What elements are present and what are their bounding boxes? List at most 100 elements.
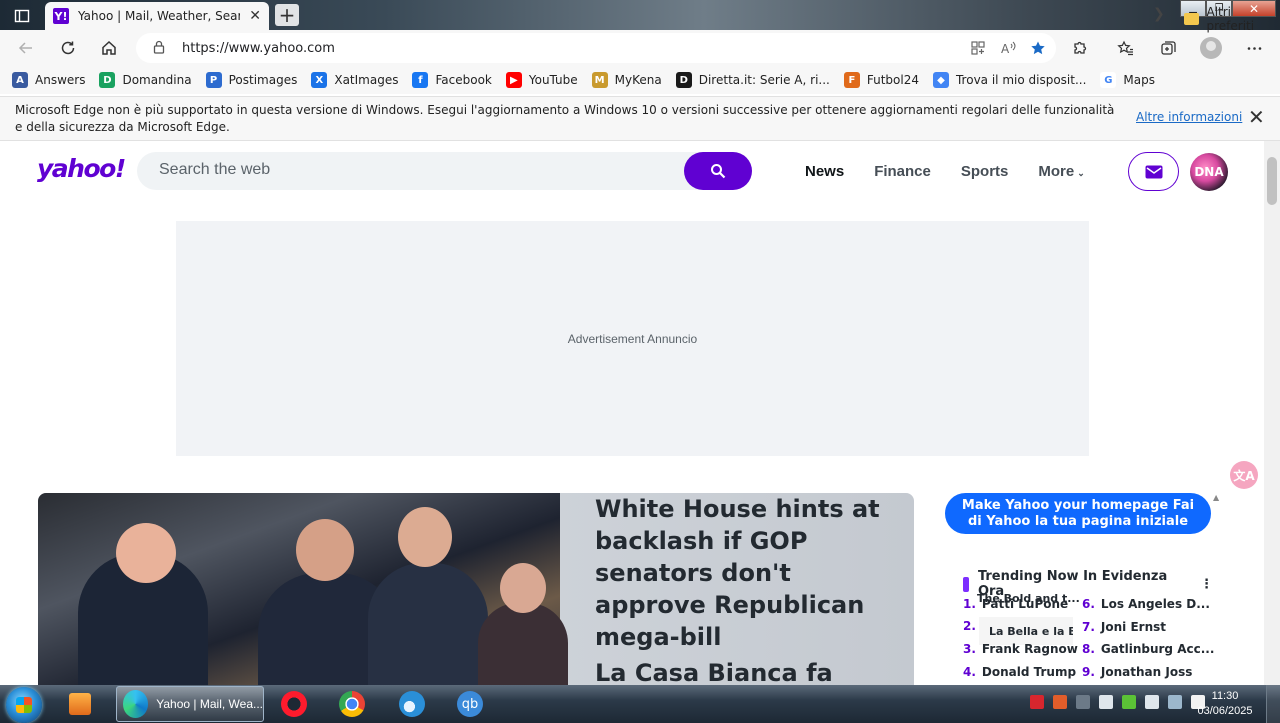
back-arrow-icon [18, 42, 32, 54]
collections-button[interactable] [1155, 36, 1181, 60]
top-navigation: News Finance Sports More ⌄ [805, 163, 1085, 180]
trending-item[interactable]: 1. Patti LuPone The Bold and t... [963, 592, 1080, 611]
trending-item[interactable]: 4. Donald Trump [963, 665, 1076, 679]
bookmark-favicon-icon: D [99, 72, 116, 88]
favorite-star-icon[interactable] [1030, 40, 1046, 60]
address-bar[interactable]: https://www.yahoo.com A [136, 33, 1056, 63]
hero-story[interactable]: White House hints at backlash if GOP sen… [38, 493, 914, 685]
profile-button[interactable] [1198, 36, 1224, 60]
windows-taskbar: Yahoo | Mail, Wea... qb 11:30 03/06/2025 [0, 685, 1280, 723]
bookmarks-overflow-chevron-icon[interactable]: ❯ [1153, 6, 1165, 22]
app-available-icon[interactable] [970, 40, 986, 60]
trending-label: Jonathan Joss [1100, 665, 1193, 679]
bookmark-item[interactable]: A Answers [12, 72, 85, 88]
tray-app-icon[interactable] [1076, 695, 1090, 709]
taskbar-clock[interactable]: 11:30 03/06/2025 [1196, 689, 1254, 719]
translate-icon[interactable]: 文A [1230, 461, 1258, 489]
trending-number: 8. [1082, 642, 1095, 656]
trending-item[interactable]: 8. Gatlinburg Acc... [1082, 642, 1214, 656]
qbittorrent-icon: qb [457, 691, 483, 717]
mail-button[interactable] [1128, 152, 1179, 191]
hero-image[interactable] [38, 493, 568, 685]
bookmark-item[interactable]: ◆ Trova il mio disposit... [932, 72, 1086, 88]
tab-close-icon[interactable]: ✕ [249, 8, 261, 24]
nav-finance[interactable]: Finance [874, 163, 931, 180]
bookmark-label: Futbol24 [866, 73, 919, 87]
other-favorites-folder[interactable]: Altri preferiti [1184, 5, 1280, 33]
bookmark-item[interactable]: P Postimages [205, 72, 298, 88]
back-button[interactable] [13, 36, 39, 60]
chrome-icon [339, 691, 365, 717]
other-favorites-label: Altri preferiti [1206, 5, 1255, 33]
taskbar-chrome[interactable] [330, 687, 374, 721]
bookmark-item[interactable]: D Diretta.it: Serie A, ri... [675, 72, 830, 88]
taskbar-qbittorrent[interactable]: qb [448, 687, 492, 721]
make-homepage-button[interactable]: Make Yahoo your homepage Fai di Yahoo la… [945, 493, 1211, 534]
bookmark-item[interactable]: D Domandina [99, 72, 192, 88]
taskbar-media-player[interactable] [58, 687, 102, 721]
nav-more[interactable]: More ⌄ [1038, 163, 1084, 180]
refresh-button[interactable] [55, 36, 81, 60]
tab-actions-button[interactable] [8, 5, 36, 27]
extensions-button[interactable] [1066, 36, 1092, 60]
trending-number: 6. [1082, 597, 1095, 611]
bookmark-item[interactable]: F Futbol24 [843, 72, 919, 88]
start-button[interactable] [6, 687, 42, 723]
home-button[interactable] [96, 36, 122, 60]
bookmark-favicon-icon: D [675, 72, 692, 88]
read-aloud-icon[interactable]: A [1000, 40, 1016, 60]
nav-news[interactable]: News [805, 163, 844, 180]
taskbar-thunderbird[interactable] [390, 687, 434, 721]
tray-app-icon[interactable] [1053, 695, 1067, 709]
user-avatar[interactable]: DNA [1190, 153, 1228, 191]
trending-item[interactable]: 9. Jonathan Joss [1082, 665, 1192, 679]
home-icon [102, 40, 116, 55]
search-button[interactable] [684, 152, 752, 190]
browser-tab-yahoo[interactable]: Y! Yahoo | Mail, Weather, Search, Politi… [45, 2, 269, 30]
trending-number: 4. [963, 665, 976, 679]
tab-title: Yahoo | Mail, Weather, Search, Politics,… [78, 9, 240, 23]
trending-item[interactable]: 6. Los Angeles D... [1082, 597, 1210, 611]
new-tab-button[interactable]: + [275, 4, 299, 26]
bookmark-favicon-icon: P [205, 72, 222, 88]
hero-headline-italian[interactable]: La Casa Bianca fa intendere una reazione [595, 657, 895, 685]
infobar-more-info-link[interactable]: Altre informazioni [1136, 110, 1242, 124]
search-input[interactable] [159, 161, 679, 179]
trending-item[interactable]: 7. Joni Ernst [1082, 620, 1166, 634]
bookmark-item[interactable]: M MyKena [591, 72, 662, 88]
bookmark-label: Postimages [228, 73, 298, 87]
bookmark-item[interactable]: G Maps [1100, 72, 1155, 88]
yahoo-page: yahoo! News Finance Sports More⌄ DNA Adv… [0, 141, 1264, 685]
scroll-up-arrow-icon[interactable]: ▲ [1213, 493, 1219, 502]
url-text[interactable]: https://www.yahoo.com [182, 41, 335, 56]
network-icon[interactable] [1099, 695, 1113, 709]
chevron-down-icon: ⌄ [1077, 168, 1085, 178]
bookmark-item[interactable]: ▶ YouTube [505, 72, 578, 88]
bookmark-item[interactable]: f Facebook [412, 72, 492, 88]
bookmark-item[interactable]: X XatImages [311, 72, 398, 88]
tray-security-icon[interactable] [1122, 695, 1136, 709]
trending-label: Frank Ragnow [981, 642, 1078, 656]
more-dots-icon [1247, 46, 1261, 50]
system-tray [1030, 695, 1205, 709]
favorites-button[interactable] [1112, 36, 1138, 60]
yahoo-logo[interactable]: yahoo! [37, 154, 126, 183]
scrollbar-thumb[interactable] [1267, 157, 1277, 205]
volume-icon[interactable] [1145, 695, 1159, 709]
trending-item[interactable]: 3. Frank Ragnow [963, 642, 1078, 656]
more-vertical-icon[interactable]: ⋮ [1200, 577, 1213, 592]
tray-app-icon[interactable] [1030, 695, 1044, 709]
trending-popup-card[interactable]: La Bella e la Bes [979, 617, 1073, 645]
infobar-close-icon[interactable]: ✕ [1248, 105, 1265, 129]
tray-usb-icon[interactable] [1168, 695, 1182, 709]
taskbar-edge-window[interactable]: Yahoo | Mail, Wea... [116, 686, 264, 722]
hero-headline[interactable]: White House hints at backlash if GOP sen… [595, 493, 895, 685]
hero-headline-english[interactable]: White House hints at backlash if GOP sen… [595, 493, 895, 653]
lock-icon[interactable] [152, 39, 166, 58]
nav-sports[interactable]: Sports [961, 163, 1009, 180]
figure-shape [296, 519, 354, 581]
page-scrollbar[interactable] [1264, 141, 1280, 685]
taskbar-opera[interactable] [272, 687, 316, 721]
show-desktop-button[interactable] [1266, 685, 1280, 723]
settings-menu-button[interactable] [1241, 36, 1267, 60]
